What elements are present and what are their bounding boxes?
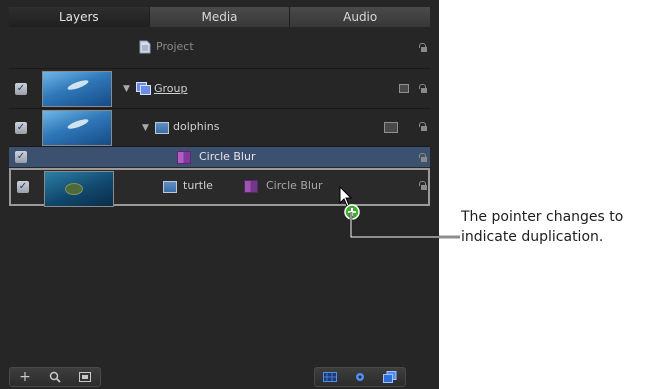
thumbnail	[42, 71, 112, 107]
tab-media[interactable]: Media	[149, 7, 291, 27]
right-button-group	[314, 367, 406, 387]
enable-checkbox[interactable]: ✓	[15, 122, 27, 134]
filter-icon	[177, 151, 191, 164]
search-icon	[49, 371, 61, 383]
lock-icon[interactable]	[419, 181, 427, 190]
enable-checkbox[interactable]: ✓	[17, 181, 29, 193]
lock-icon[interactable]	[419, 122, 427, 131]
layer-row-turtle[interactable]: ✓ turtle Circle Blur	[9, 168, 430, 207]
layer-row-dolphins[interactable]: ✓ ▼ dolphins	[9, 108, 430, 147]
left-button-group: +	[9, 367, 101, 387]
image-layer-icon	[163, 181, 177, 193]
frame-icon	[79, 372, 91, 382]
document-icon	[139, 40, 151, 54]
tab-bar: Layers Media Audio	[9, 7, 431, 27]
layers-icon	[383, 371, 397, 383]
filter-icon	[244, 180, 258, 193]
show-effects-button[interactable]	[345, 368, 375, 386]
image-layer-icon	[155, 122, 169, 134]
project-row[interactable]: Project	[9, 34, 430, 60]
lock-icon[interactable]	[419, 43, 427, 52]
lock-icon[interactable]	[419, 84, 427, 93]
layer-options-icon[interactable]	[384, 122, 398, 133]
callout-line	[349, 212, 460, 239]
thumbnail	[44, 171, 114, 207]
show-clip-button[interactable]	[315, 368, 345, 386]
circle-blur-label: Circle Blur	[199, 150, 256, 163]
search-button[interactable]	[40, 368, 70, 386]
tab-layers[interactable]: Layers	[9, 7, 150, 27]
dragged-filter-label: Circle Blur	[266, 179, 323, 192]
enable-checkbox[interactable]: ✓	[15, 151, 27, 163]
group-label: Group	[154, 82, 188, 95]
bottom-toolbar: +	[9, 365, 430, 387]
thumbnail-toggle-button[interactable]	[70, 368, 100, 386]
layers-panel: Layers Media Audio Project ✓ ▼ Group ✓ ▼…	[0, 0, 439, 389]
project-label: Project	[156, 40, 194, 53]
layer-row-group[interactable]: ✓ ▼ Group	[9, 68, 430, 109]
grid-icon	[323, 372, 337, 382]
layer-options-icon[interactable]	[399, 84, 409, 93]
show-groups-button[interactable]	[375, 368, 405, 386]
add-button[interactable]: +	[10, 368, 40, 386]
gear-icon	[356, 373, 364, 381]
group-icon	[136, 82, 151, 95]
thumbnail	[42, 110, 112, 146]
disclosure-triangle-icon[interactable]: ▼	[123, 84, 130, 94]
disclosure-triangle-icon[interactable]: ▼	[142, 123, 149, 133]
callout-text-line1: The pointer changes to	[461, 209, 624, 225]
enable-checkbox[interactable]: ✓	[15, 83, 27, 95]
callout-text-line2: indicate duplication.	[461, 229, 604, 245]
turtle-label: turtle	[183, 179, 213, 192]
tab-audio[interactable]: Audio	[290, 7, 431, 27]
layer-row-circle-blur[interactable]: ✓ Circle Blur	[9, 146, 430, 167]
lock-icon[interactable]	[419, 153, 427, 162]
dolphins-label: dolphins	[173, 120, 220, 133]
